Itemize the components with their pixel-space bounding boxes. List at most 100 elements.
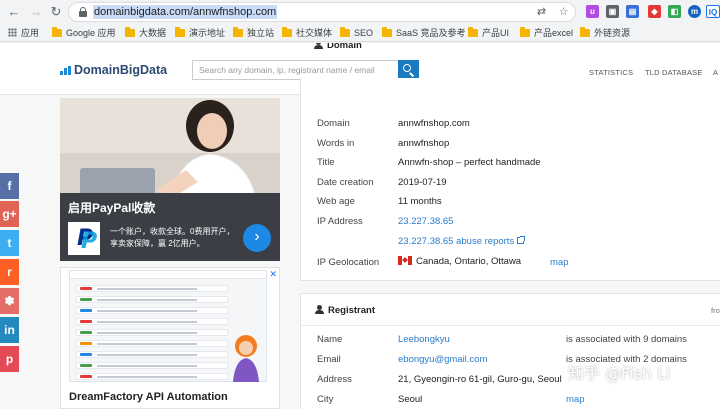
folder-icon bbox=[580, 27, 590, 37]
address-bar[interactable]: domainbigdata.com/annwfnshop.com ⇄ ☆ bbox=[68, 2, 576, 22]
paw-share-icon[interactable]: ✽ bbox=[0, 288, 19, 314]
folder-icon bbox=[282, 27, 292, 37]
value-address: 21, Gyeongin-ro 61-gil, Guro-gu, Seoul bbox=[398, 374, 562, 385]
registrant-heading-right: fro bbox=[711, 306, 720, 315]
domain-search-input[interactable]: Search any domain, ip, registrant name /… bbox=[192, 60, 399, 80]
lock-icon bbox=[79, 7, 87, 17]
folder-icon bbox=[382, 27, 392, 37]
bookmark-google-apps[interactable]: Google 应用 bbox=[52, 26, 116, 40]
logo-bars-icon bbox=[60, 66, 72, 75]
globe-icon bbox=[314, 43, 323, 49]
pinterest-share-icon[interactable]: p bbox=[0, 346, 19, 372]
label-ip-address: IP Address bbox=[317, 216, 363, 227]
folder-icon bbox=[125, 27, 135, 37]
registrant-name-link[interactable]: Leebongkyu bbox=[398, 334, 450, 346]
url-text[interactable]: domainbigdata.com/annwfnshop.com bbox=[93, 5, 278, 19]
zhihu-watermark: 知乎 @Fish Li bbox=[568, 364, 671, 383]
page-content: DomainBigData Search any domain, ip, reg… bbox=[0, 43, 720, 409]
extension-1-icon[interactable]: u bbox=[586, 5, 599, 18]
value-words-in: annwfnshop bbox=[398, 138, 450, 149]
facebook-share-icon[interactable]: f bbox=[0, 173, 19, 199]
reddit-share-icon[interactable]: r bbox=[0, 259, 19, 285]
paypal-ad-line2: 享卖家保障，赢 2亿用户。 bbox=[110, 239, 205, 248]
dreamfactory-ad[interactable]: i ✕ DreamFactory API Automation bbox=[60, 267, 280, 409]
chevron-right-icon[interactable]: › bbox=[243, 224, 271, 252]
forward-arrow-icon[interactable]: → bbox=[28, 4, 44, 20]
paypal-ad[interactable]: 启用PayPal收款 PP 一个账户，收款全球。0费用开户， 享卖家保障，赢 2… bbox=[60, 98, 280, 261]
label-ip-geolocation: IP Geolocation bbox=[317, 257, 380, 268]
reload-icon[interactable]: ↻ bbox=[48, 4, 64, 20]
label-words-in: Words in bbox=[317, 138, 355, 149]
city-map-link[interactable]: map bbox=[566, 394, 584, 406]
ad-mascot-illustration bbox=[233, 335, 259, 382]
bookmark-social-media[interactable]: 社交媒体 bbox=[282, 26, 332, 40]
card-divider bbox=[301, 325, 720, 326]
value-web-age: 11 months bbox=[398, 196, 442, 207]
ad-close-icon[interactable]: ✕ bbox=[269, 269, 277, 280]
bookmark-saas[interactable]: SaaS 竞品及参考 bbox=[382, 26, 466, 40]
value-city: Seoul bbox=[398, 394, 423, 405]
value-date-creation: 2019-07-19 bbox=[398, 177, 447, 188]
value-title: Annwfn-shop – perfect handmade bbox=[398, 157, 541, 168]
bookmark-standalone-site[interactable]: 独立站 bbox=[233, 26, 274, 40]
nav-tld-database[interactable]: TLD DATABASE bbox=[645, 68, 703, 78]
extension-iq-icon[interactable]: IQ bbox=[706, 5, 720, 18]
back-arrow-icon[interactable]: ← bbox=[6, 4, 22, 20]
label-address: Address bbox=[317, 374, 352, 385]
bookmarks-bar: 应用 Google 应用 大数据 演示地址 独立站 社交媒体 SEO SaaS … bbox=[0, 24, 720, 42]
extension-6-icon[interactable]: m bbox=[688, 5, 701, 18]
label-title: Title bbox=[317, 157, 335, 168]
google-plus-share-icon[interactable]: g+ bbox=[0, 201, 19, 227]
geo-map-link[interactable]: map bbox=[550, 257, 568, 269]
site-logo[interactable]: DomainBigData bbox=[74, 62, 167, 78]
paypal-ad-line1: 一个账户，收款全球。0费用开户， bbox=[110, 227, 235, 236]
bookmark-big-data[interactable]: 大数据 bbox=[125, 26, 166, 40]
folder-icon bbox=[52, 27, 62, 37]
twitter-share-icon[interactable]: t bbox=[0, 230, 19, 256]
label-web-age: Web age bbox=[317, 196, 355, 207]
folder-icon bbox=[233, 27, 243, 37]
extension-5-icon[interactable]: ◧ bbox=[668, 5, 681, 18]
bookmark-star-icon[interactable]: ☆ bbox=[557, 6, 570, 19]
label-date-creation: Date creation bbox=[317, 177, 374, 188]
label-name: Name bbox=[317, 334, 343, 345]
extension-3-icon[interactable]: ▤ bbox=[626, 5, 639, 18]
abuse-reports-link[interactable]: 23.227.38.65 abuse reports bbox=[398, 236, 526, 248]
linkedin-share-icon[interactable]: in bbox=[0, 317, 19, 343]
registrant-email-link[interactable]: ebongyu@gmail.com bbox=[398, 354, 487, 366]
paypal-ad-title: 启用PayPal收款 bbox=[68, 201, 156, 215]
apps-grid-icon bbox=[8, 28, 17, 37]
external-link-icon bbox=[517, 236, 526, 244]
ip-address-link[interactable]: 23.227.38.65 bbox=[398, 216, 453, 228]
label-email: Email bbox=[317, 354, 341, 365]
bookmark-demo[interactable]: 演示地址 bbox=[175, 26, 225, 40]
folder-icon bbox=[520, 27, 530, 37]
bookmark-apps[interactable]: 应用 bbox=[8, 26, 39, 40]
label-city: City bbox=[317, 394, 334, 405]
folder-icon bbox=[468, 27, 478, 37]
bookmark-seo[interactable]: SEO bbox=[340, 26, 373, 40]
browser-toolbar: ← → ↻ domainbigdata.com/annwfnshop.com ⇄… bbox=[0, 0, 720, 24]
translate-icon[interactable]: ⇄ bbox=[535, 6, 548, 19]
domain-info-card: Domain annwfnshop.com Words in annwfnsho… bbox=[300, 78, 720, 281]
value-domain: annwfnshop.com bbox=[398, 118, 470, 129]
paypal-logo-icon: PP bbox=[68, 222, 100, 255]
value-ip-geolocation: Canada, Ontario, Ottawa bbox=[398, 256, 521, 268]
canada-flag-icon bbox=[398, 256, 412, 265]
extension-4-icon[interactable]: ◆ bbox=[648, 5, 661, 18]
bookmark-product-ui[interactable]: 产品UI bbox=[468, 26, 509, 40]
name-association-note: is associated with 9 domains bbox=[566, 334, 687, 345]
ad-photo-woman bbox=[60, 98, 280, 198]
dreamfactory-ad-title: DreamFactory API Automation bbox=[69, 391, 228, 403]
folder-icon bbox=[175, 27, 185, 37]
bookmark-backlinks[interactable]: 外链资源 bbox=[580, 26, 630, 40]
search-icon bbox=[403, 64, 411, 72]
label-domain: Domain bbox=[317, 118, 350, 129]
folder-icon bbox=[340, 27, 350, 37]
registrant-card: Registrant fro Name Leebongkyu is associ… bbox=[300, 293, 720, 409]
nav-statistics[interactable]: STATISTICS bbox=[589, 68, 633, 78]
bookmark-product-excel[interactable]: 产品excel bbox=[520, 26, 573, 40]
search-button[interactable] bbox=[398, 60, 419, 80]
nav-more[interactable]: A bbox=[713, 68, 718, 78]
extension-2-icon[interactable]: ▣ bbox=[606, 5, 619, 18]
